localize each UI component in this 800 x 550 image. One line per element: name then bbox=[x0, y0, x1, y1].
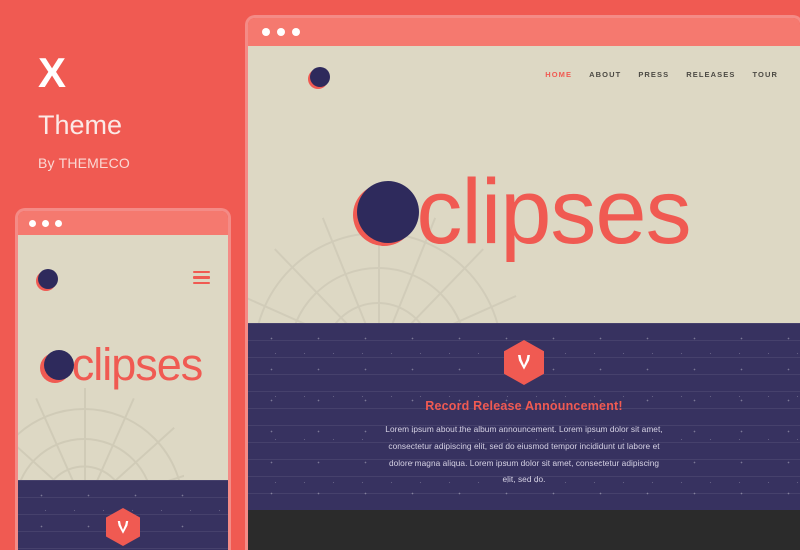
circle-logo-icon[interactable] bbox=[308, 67, 330, 89]
mobile-window-dot-maximize[interactable] bbox=[55, 219, 62, 227]
desktop-footer-bar bbox=[248, 510, 800, 550]
desktop-window-titlebar bbox=[248, 18, 800, 46]
desktop-hero-wordmark: clipses bbox=[248, 161, 800, 263]
hamburger-menu-icon[interactable] bbox=[193, 271, 210, 284]
mobile-page-content: clipses bbox=[18, 235, 228, 550]
desktop-announcement-band: Record Release Announcement! Lorem ipsum… bbox=[248, 323, 800, 510]
desktop-browser-mockup: HOME ABOUT PRESS RELEASES TOUR clipses R… bbox=[248, 18, 800, 550]
eclipse-circle-icon bbox=[353, 181, 420, 247]
hero-wordmark-text: clipses bbox=[416, 161, 691, 263]
window-dot-close[interactable] bbox=[262, 28, 270, 36]
desktop-page-content: HOME ABOUT PRESS RELEASES TOUR clipses R… bbox=[248, 46, 800, 550]
announcement-title: Record Release Announcement! bbox=[425, 399, 623, 413]
mobile-window-dot-minimize[interactable] bbox=[42, 219, 49, 227]
theme-title: Theme bbox=[38, 110, 123, 140]
theme-author: By THEMECO bbox=[38, 155, 130, 171]
hexagon-bird-badge-icon bbox=[106, 508, 140, 546]
nav-item-press[interactable]: PRESS bbox=[638, 70, 669, 79]
mobile-hero-wordmark-text: clipses bbox=[71, 339, 204, 390]
hexagon-bird-badge-icon bbox=[504, 340, 544, 385]
mobile-window-dot-close[interactable] bbox=[29, 219, 36, 227]
eclipse-circle-icon bbox=[39, 349, 74, 383]
desktop-main-nav: HOME ABOUT PRESS RELEASES TOUR bbox=[545, 70, 778, 79]
window-dot-minimize[interactable] bbox=[277, 28, 285, 36]
announcement-body: Lorem ipsum about the album announcement… bbox=[385, 424, 663, 485]
nav-item-tour[interactable]: TOUR bbox=[752, 70, 778, 79]
nav-item-releases[interactable]: RELEASES bbox=[686, 70, 735, 79]
nav-item-about[interactable]: ABOUT bbox=[589, 70, 621, 79]
mobile-hero-section: clipses bbox=[18, 235, 228, 480]
mobile-browser-mockup: clipses bbox=[18, 211, 228, 550]
circle-logo-icon[interactable] bbox=[36, 269, 58, 291]
theme-logo-letter: X bbox=[38, 49, 67, 96]
nav-item-home[interactable]: HOME bbox=[545, 70, 572, 79]
theme-preview-canvas: X Theme By THEMECO HOME ABOUT PRESS RELE… bbox=[0, 0, 800, 550]
desktop-hero-section: HOME ABOUT PRESS RELEASES TOUR clipses bbox=[248, 46, 800, 323]
logo-core bbox=[310, 67, 330, 87]
mobile-hero-wordmark: clipses bbox=[18, 339, 228, 390]
mobile-window-titlebar bbox=[18, 211, 228, 235]
mobile-announcement-band bbox=[18, 480, 228, 550]
window-dot-maximize[interactable] bbox=[292, 28, 300, 36]
